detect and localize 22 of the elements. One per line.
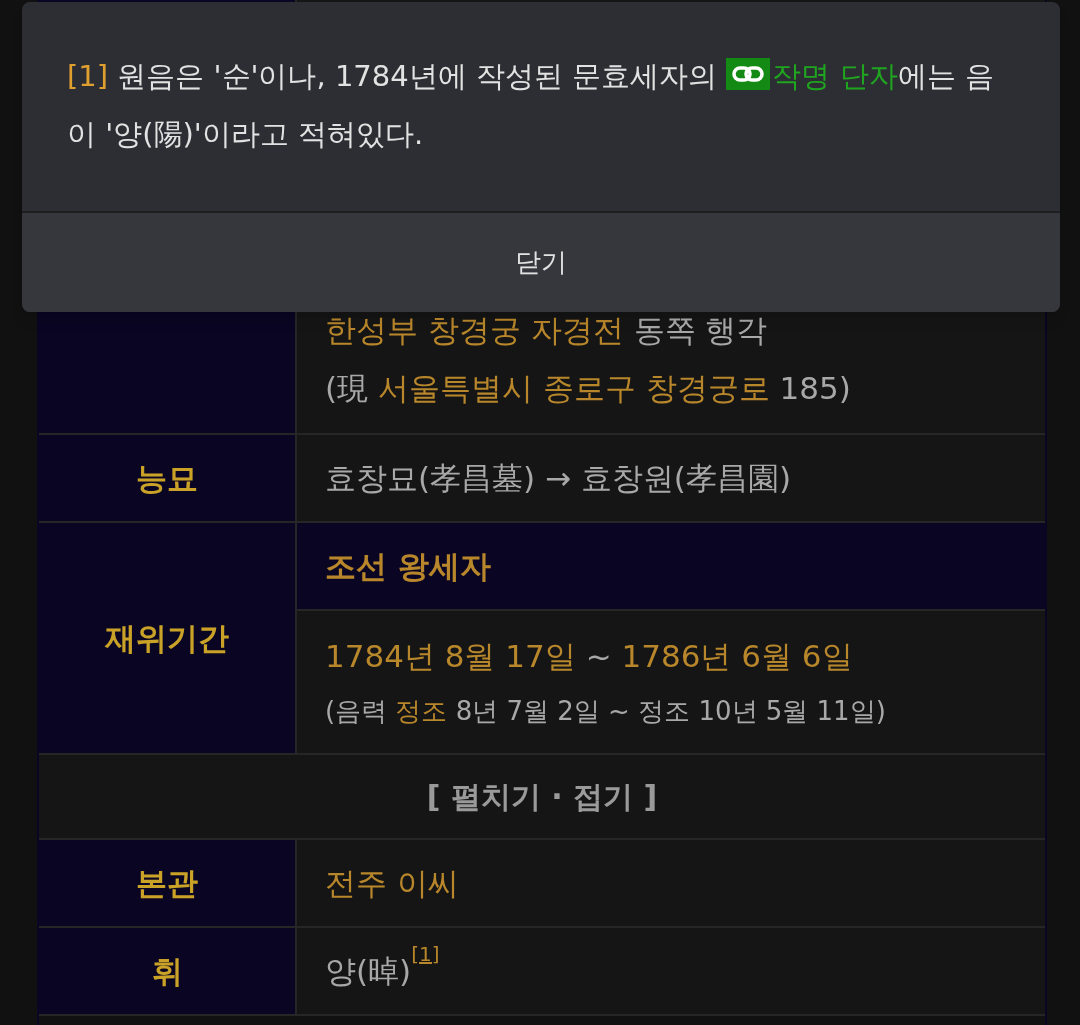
link[interactable]: 서울특별시 종로구 창경궁로 <box>377 370 770 406</box>
cell-text: 1784년 8월 17일 ~ 1786년 6월 6일 <box>325 637 853 676</box>
link[interactable]: 전주 이씨 <box>325 865 459 901</box>
close-button[interactable]: 닫기 <box>22 211 1060 312</box>
cell-text: (現 서울특별시 종로구 창경궁로 185) <box>325 369 851 408</box>
link[interactable]: 1784년 8월 17일 <box>325 638 576 674</box>
link[interactable]: 1786년 6월 6일 <box>621 638 853 674</box>
cell-text: 양(晫)$^{[1]}$ <box>325 942 440 991</box>
footnote-link[interactable]: [1] <box>411 941 440 966</box>
field-label: 휘 <box>151 951 183 991</box>
field-label: 본관 <box>136 863 198 903</box>
expand-collapse-toggle[interactable]: [ 펼치기 · 접기 ] <box>426 774 658 819</box>
field-label: 재위기간 <box>105 618 229 658</box>
cell-text: 효창묘(孝昌墓) → 효창원(孝昌園) <box>325 459 792 498</box>
footnote-text: [1] 원음은 '순'이나, 1784년에 작성된 문효세자의 작명 단자에는 음이 '양(陽)'이라고 적혀있다. <box>67 57 995 153</box>
link-icon <box>726 58 771 90</box>
section-title: 조선 왕세자 <box>325 548 491 584</box>
link[interactable]: 정조 <box>395 696 448 726</box>
cell-text: (음력 정조 8년 7월 2일 ~ 정조 10년 5월 11일) <box>325 695 886 728</box>
link[interactable]: 한성부 창경궁 자경전 <box>325 312 624 348</box>
link[interactable]: 작명 단자 <box>726 59 898 93</box>
field-label: 능묘 <box>136 458 198 498</box>
